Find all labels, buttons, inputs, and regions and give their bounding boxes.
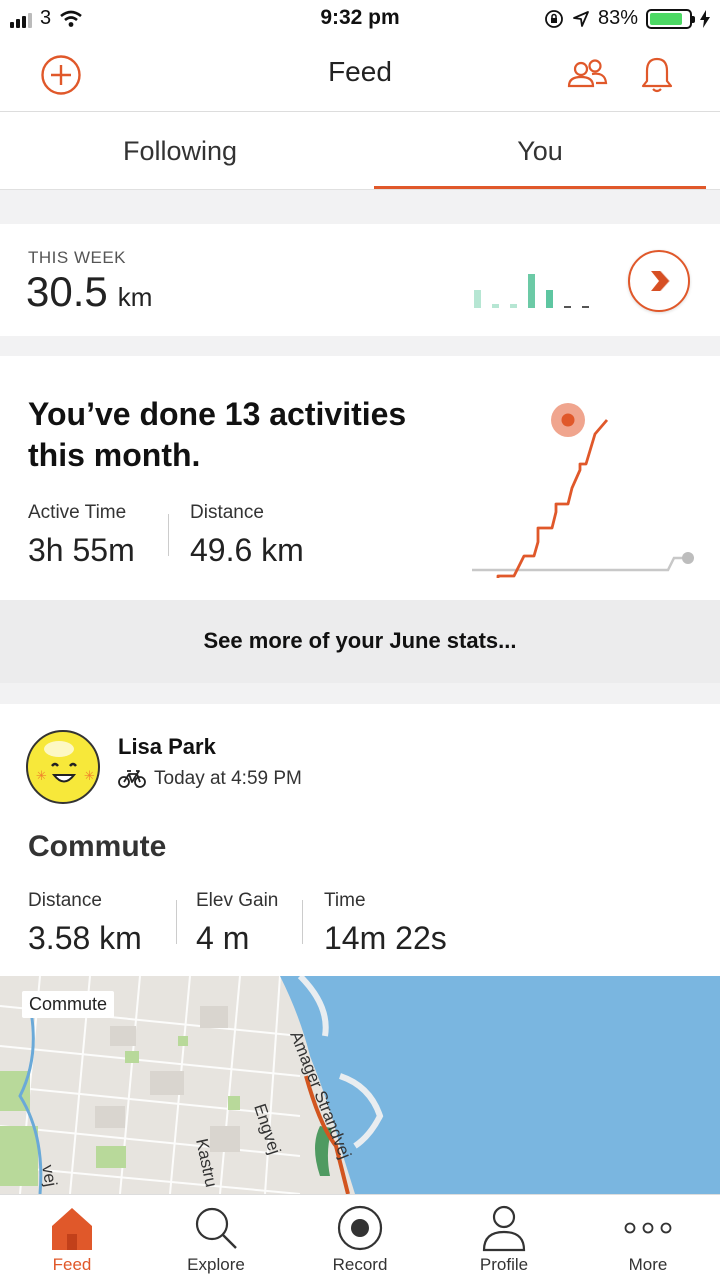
bike-icon: [118, 770, 146, 788]
people-icon: [567, 59, 608, 88]
status-bar: 3 9:32 pm 83%: [0, 0, 720, 38]
status-right: 83%: [544, 7, 710, 30]
activity-distance-label: Distance: [28, 890, 102, 911]
monthly-headline: You’ve done 13 activities this month.: [28, 396, 407, 473]
map-street-label: vej: [38, 1163, 60, 1188]
week-day-bar: [582, 306, 589, 308]
home-icon: [52, 1208, 92, 1250]
nav-profile[interactable]: Profile: [432, 1195, 576, 1279]
charging-icon: [700, 9, 710, 28]
feed-tabs: Following You: [0, 112, 720, 190]
notifications-button[interactable]: [634, 52, 680, 98]
nav-feed[interactable]: Feed: [0, 1195, 144, 1279]
athlete-name[interactable]: Lisa Park: [118, 734, 216, 760]
page-title: Feed: [328, 56, 392, 87]
activity-title[interactable]: Commute: [28, 830, 166, 864]
search-icon: [195, 1207, 237, 1249]
activity-date-label: Today at 4:59 PM: [154, 768, 302, 789]
stat-divider: [168, 514, 169, 556]
activity-elev-label: Elev Gain: [196, 890, 279, 911]
nav-feed-label: Feed: [52, 1255, 92, 1274]
battery-percent: 83%: [597, 7, 638, 29]
tab-following[interactable]: Following: [0, 112, 360, 189]
week-day-bar: [474, 290, 481, 308]
active-time-label: Active Time: [28, 502, 127, 523]
activity-card[interactable]: ✳ ✳ Lisa Park Today at 4:59 PM Commute D…: [0, 704, 720, 1194]
week-day-bar: [510, 304, 517, 308]
rotation-lock-icon: [545, 9, 563, 28]
this-week-distance: 30.5 km: [26, 268, 152, 316]
current-point-dot: [561, 413, 575, 427]
this-week-label: THIS WEEK: [28, 248, 127, 267]
person-icon: [482, 1205, 526, 1252]
battery-icon: [646, 8, 695, 29]
app-header: Feed: [0, 38, 720, 112]
find-friends-button[interactable]: [564, 52, 610, 98]
map-tag: Commute: [22, 991, 115, 1018]
distance-label: Distance: [190, 502, 264, 523]
week-day-bar: [492, 304, 499, 308]
this-month-line: [496, 419, 609, 578]
last-month-end-dot: [682, 552, 694, 564]
monthly-progress-chart: [472, 403, 694, 578]
chevron-right-icon: [651, 271, 670, 291]
svg-text:✳: ✳: [36, 769, 47, 784]
week-day-bar: [564, 306, 571, 308]
distance-value: 49.6 km: [190, 532, 304, 568]
this-week-unit: km: [117, 282, 153, 312]
activity-time: Today at 4:59 PM: [118, 768, 302, 790]
weekly-bars-chart: [474, 274, 589, 308]
activity-distance-value: 3.58 km: [28, 920, 142, 956]
nav-explore-label: Explore: [187, 1255, 245, 1274]
tab-you[interactable]: You: [360, 112, 720, 189]
active-time-value: 3h 55m: [28, 532, 135, 568]
location-icon: [573, 10, 589, 27]
record-icon: [337, 1205, 383, 1251]
stat-divider: [302, 900, 303, 944]
this-week-card[interactable]: THIS WEEK 30.5 km: [0, 224, 720, 336]
nav-record-label: Record: [332, 1255, 388, 1274]
activity-elev-value: 4 m: [196, 920, 250, 956]
monthly-stats-card: You’ve done 13 activities this month. Ac…: [0, 356, 720, 600]
bell-icon: [641, 57, 673, 93]
stat-divider: [176, 900, 177, 944]
nav-profile-label: Profile: [479, 1255, 529, 1274]
this-week-value: 30.5: [26, 268, 108, 315]
see-more-stats-button[interactable]: See more of your June stats...: [0, 600, 720, 683]
bottom-nav: Feed Explore Record Profile More: [0, 1194, 720, 1279]
nav-explore[interactable]: Explore: [144, 1195, 288, 1279]
smiley-avatar-icon: ✳ ✳: [36, 741, 95, 784]
week-day-bar: [546, 290, 553, 308]
weekly-progress-button[interactable]: [628, 250, 690, 312]
nav-more-label: More: [628, 1255, 668, 1274]
nav-more[interactable]: More: [576, 1195, 720, 1279]
activity-time-value: 14m 22s: [324, 920, 447, 956]
nav-record[interactable]: Record: [288, 1195, 432, 1279]
more-dots-icon: [624, 1222, 672, 1234]
activity-time-label: Time: [324, 890, 366, 911]
last-month-line: [472, 556, 688, 572]
svg-text:✳: ✳: [84, 769, 95, 784]
week-day-bar: [528, 274, 535, 308]
avatar[interactable]: ✳ ✳: [26, 730, 100, 804]
